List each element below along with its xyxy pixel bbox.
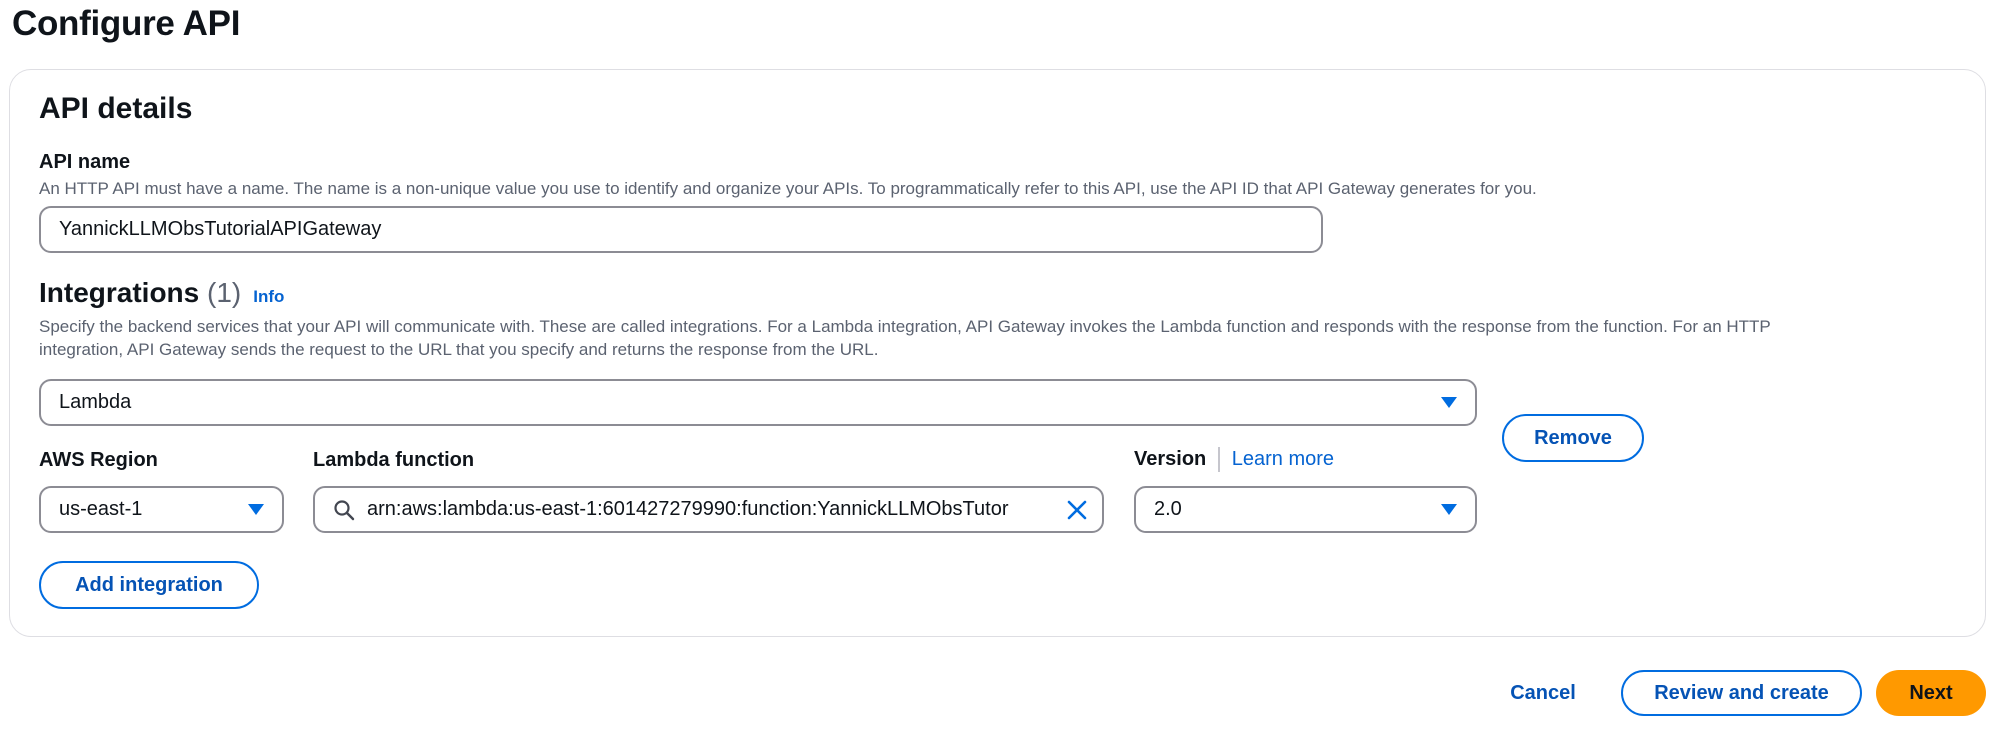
next-button[interactable]: Next [1876,670,1986,716]
learn-more-link[interactable]: Learn more [1232,448,1334,471]
lambda-function-value: arn:aws:lambda:us-east-1:601427279990:fu… [367,498,1009,520]
add-integration-button[interactable]: Add integration [39,561,259,609]
caret-down-icon [248,504,264,515]
api-name-label: API name [39,151,131,173]
api-name-input[interactable]: YannickLLMObsTutorialAPIGateway [39,206,1323,253]
caret-down-icon [1441,504,1457,515]
version-label: Version [1134,448,1207,470]
clear-icon[interactable] [1066,499,1088,521]
api-details-card: API details API name An HTTP API must ha… [9,69,1986,637]
integrations-count: (1) [207,277,242,308]
search-icon [333,499,355,521]
version-divider [1218,447,1220,472]
lambda-function-input[interactable]: arn:aws:lambda:us-east-1:601427279990:fu… [313,486,1104,533]
page-title: Configure API [12,4,241,43]
integrations-description-line1: Specify the backend services that your A… [39,317,1771,336]
integration-type-select[interactable]: Lambda [39,379,1477,426]
integrations-info-link[interactable]: Info [253,287,284,307]
cancel-button[interactable]: Cancel [1493,670,1593,716]
aws-region-value: us-east-1 [59,498,143,520]
integrations-header: Integrations (1) Info [39,277,284,309]
caret-down-icon [1441,397,1457,408]
remove-button[interactable]: Remove [1502,414,1644,462]
version-header: Version Learn more [1134,447,1334,472]
integrations-description-line2: integration, API Gateway sends the reque… [39,340,879,359]
lambda-function-label: Lambda function [313,449,475,471]
version-select[interactable]: 2.0 [1134,486,1477,533]
version-value: 2.0 [1154,498,1182,520]
integration-type-value: Lambda [59,391,132,413]
api-name-description: An HTTP API must have a name. The name i… [39,179,1537,198]
api-details-heading: API details [39,92,193,125]
api-name-value: YannickLLMObsTutorialAPIGateway [59,218,382,240]
aws-region-label: AWS Region [39,449,158,471]
review-and-create-button[interactable]: Review and create [1621,670,1862,716]
integrations-title: Integrations [39,277,200,308]
aws-region-select[interactable]: us-east-1 [39,486,284,533]
